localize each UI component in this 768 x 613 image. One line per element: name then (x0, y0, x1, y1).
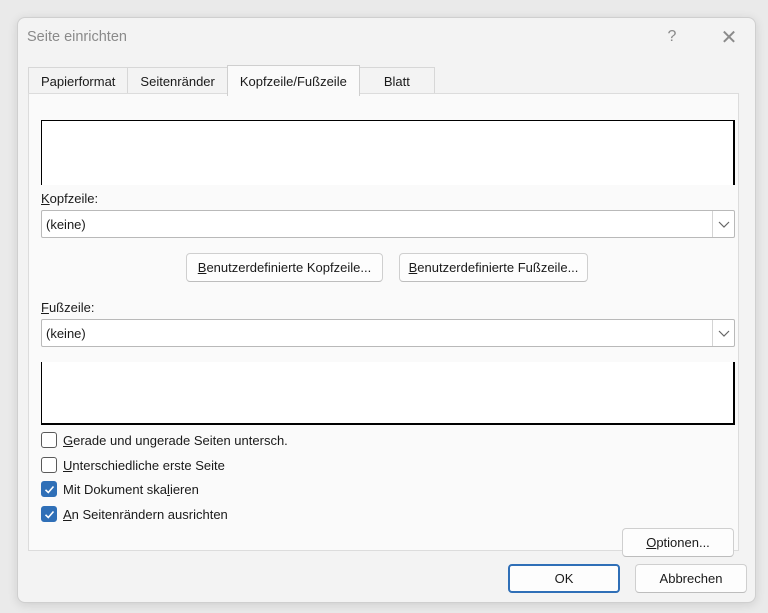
close-button[interactable]: ✕ (709, 22, 749, 52)
tab-bar: Papierformat Seitenränder Kopfzeile/Fußz… (28, 65, 435, 96)
option-label: Gerade und ungerade Seiten untersch. (63, 432, 288, 448)
custom-footer-button[interactable]: Benutzerdefinierte Fußzeile... (399, 253, 588, 282)
checkbox[interactable] (41, 457, 57, 473)
options-button[interactable]: Optionen... (622, 528, 734, 557)
page-setup-dialog: Seite einrichten ? ✕ Papierformat Seiten… (17, 17, 756, 603)
header-select[interactable]: (keine) (41, 210, 735, 238)
tab-papierformat[interactable]: Papierformat (28, 67, 129, 95)
tab-blatt[interactable]: Blatt (358, 67, 435, 95)
dialog-title: Seite einrichten (27, 29, 127, 45)
tab-seitenraender[interactable]: Seitenränder (127, 67, 228, 95)
footer-select-value: (keine) (46, 325, 86, 341)
option-different-first-page[interactable]: Unterschiedliche erste Seite (41, 457, 225, 473)
option-label: Unterschiedliche erste Seite (63, 457, 225, 473)
checkbox[interactable] (41, 432, 57, 448)
option-label: Mit Dokument skalieren (63, 481, 199, 497)
ok-button[interactable]: OK (508, 564, 620, 593)
close-icon: ✕ (720, 26, 738, 49)
checkbox-checked[interactable] (41, 506, 57, 522)
header-preview (41, 120, 735, 185)
custom-header-button[interactable]: Benutzerdefinierte Kopfzeile... (186, 253, 383, 282)
footer-label: Fußzeile: (41, 300, 95, 315)
footer-select[interactable]: (keine) (41, 319, 735, 347)
header-label: Kopfzeile: (41, 191, 99, 206)
chevron-down-icon (712, 320, 734, 346)
checkmark-icon (44, 485, 54, 494)
footer-preview (41, 362, 735, 425)
chevron-down-icon (712, 211, 734, 237)
option-label: An Seitenrändern ausrichten (63, 506, 228, 522)
tab-panel: Kopfzeile: (keine) Benutzerdefinierte Ko… (28, 93, 739, 557)
checkbox-checked[interactable] (41, 481, 57, 497)
option-different-odd-even[interactable]: Gerade und ungerade Seiten untersch. (41, 432, 288, 448)
option-align-with-margins[interactable]: An Seitenrändern ausrichten (41, 506, 228, 522)
option-scale-with-document[interactable]: Mit Dokument skalieren (41, 481, 199, 497)
header-select-value: (keine) (46, 216, 86, 232)
help-button[interactable]: ? (652, 22, 692, 52)
checkmark-icon (44, 510, 54, 519)
tab-kopfzeile-fusszeile[interactable]: Kopfzeile/Fußzeile (226, 65, 360, 96)
cancel-button[interactable]: Abbrechen (635, 564, 747, 593)
